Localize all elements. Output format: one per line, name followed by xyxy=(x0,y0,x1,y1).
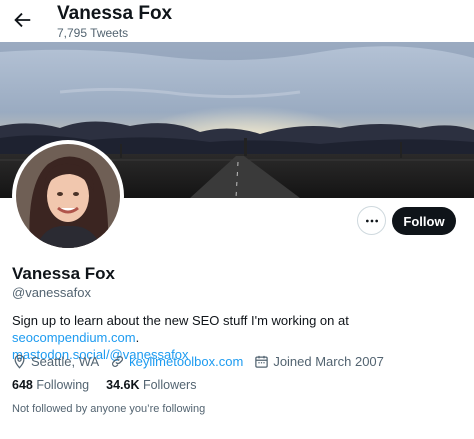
website-link[interactable]: keylimetoolbox.com xyxy=(129,354,243,369)
bio-link-seocompendium[interactable]: seocompendium.com xyxy=(12,330,136,345)
profile-photo xyxy=(16,144,120,248)
link-icon xyxy=(112,355,124,367)
follow-stats: 648 Following 34.6K Followers xyxy=(12,378,213,392)
followers-you-know: Not followed by anyone you’re following xyxy=(12,403,206,415)
more-options-button[interactable] xyxy=(357,206,386,235)
followers-label: Followers xyxy=(139,378,197,392)
ellipsis-icon xyxy=(365,219,378,222)
arrow-left-icon[interactable] xyxy=(11,9,33,31)
following-label: Following xyxy=(32,378,90,392)
joined-text: Joined March 2007 xyxy=(273,353,384,369)
location-item: Seattle, WA xyxy=(12,354,99,369)
followers-link[interactable]: 34.6K Followers xyxy=(106,378,196,392)
user-handle: @vanessafox xyxy=(12,285,91,300)
location-text: Seattle, WA xyxy=(31,353,100,369)
joined-item: Joined March 2007 xyxy=(254,354,384,369)
profile-header: Vanessa Fox 7,795 Tweets xyxy=(0,0,474,42)
followers-count: 34.6K xyxy=(106,378,140,392)
display-name: Vanessa Fox xyxy=(12,264,116,283)
bio-separator: . xyxy=(135,330,140,345)
avatar[interactable] xyxy=(12,140,124,252)
following-count: 648 xyxy=(12,378,33,392)
website-item: keylimetoolbox.com xyxy=(110,354,243,369)
profile-meta: Seattle, WA keylimetoolbox.com Joined Ma… xyxy=(12,352,395,370)
following-link[interactable]: 648 Following xyxy=(12,378,89,392)
header-title: Vanessa Fox xyxy=(57,3,173,24)
location-pin-icon xyxy=(14,354,25,369)
bio-text: Sign up to learn about the new SEO stuff… xyxy=(12,313,349,328)
tweet-count: 7,795 Tweets xyxy=(57,26,129,40)
calendar-icon xyxy=(255,355,269,368)
follow-button[interactable]: Follow xyxy=(392,207,456,235)
